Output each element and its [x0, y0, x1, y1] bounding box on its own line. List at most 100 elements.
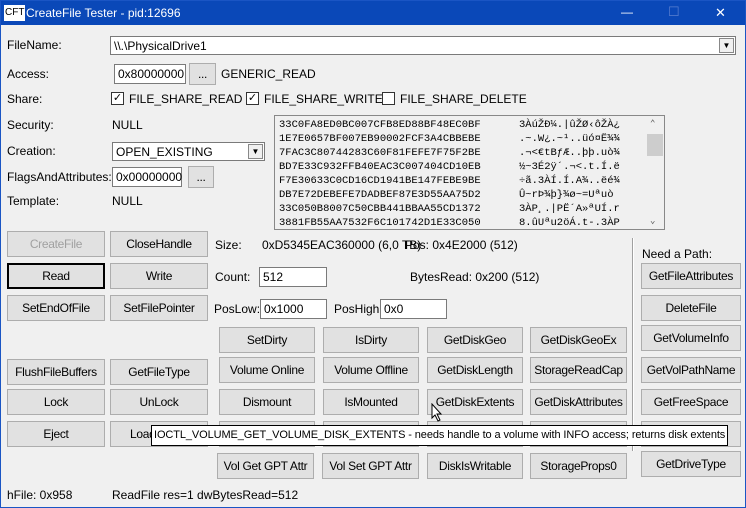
share-read-label: FILE_SHARE_READ — [129, 92, 243, 106]
flags-browse-button[interactable]: ... — [188, 166, 214, 188]
scrollbar[interactable]: ⌃ ⌄ — [646, 116, 664, 229]
setendoffile-button[interactable]: SetEndOfFile — [7, 295, 105, 321]
filename-combobox[interactable]: \\.\PhysicalDrive1 — [110, 36, 736, 55]
lock-button[interactable]: Lock — [7, 389, 105, 415]
access-text: GENERIC_READ — [221, 67, 316, 81]
vol-set-gpt-attr-button[interactable]: Vol Set GPT Attr — [322, 453, 419, 479]
getdiskattributes-button[interactable]: GetDiskAttributes — [530, 389, 627, 415]
share-delete-checkbox[interactable] — [382, 92, 395, 105]
hex-row: 33C050B8007C50CBB441BBAA55CD1372 3ÀP¸.|PË… — [279, 202, 664, 216]
title-bar: CFT CreateFile Tester - pid:12696 — ☐ ✕ — [1, 1, 745, 25]
hex-row: DB7E72DEBEFE7DADBEF87E3D55AA75D2 Û~rÞ¾þ}­… — [279, 188, 664, 202]
hex-bytes: F7E30633C0CD16CD1941BE147FEBE9BE — [279, 175, 481, 187]
divider — [632, 238, 634, 451]
share-read-checkbox[interactable]: ✓ — [111, 92, 124, 105]
filename-label: FileName: — [7, 38, 62, 52]
ismounted-button[interactable]: IsMounted — [323, 389, 419, 415]
share-delete-label: FILE_SHARE_DELETE — [400, 92, 527, 106]
hex-bytes: 1E7E0657BF007EB90002FCF3A4CBBEBE — [279, 133, 481, 145]
template-label: Template: — [7, 194, 60, 208]
creation-select[interactable]: OPEN_EXISTING — [112, 142, 265, 161]
vol-get-gpt-attr-button[interactable]: Vol Get GPT Attr — [217, 453, 314, 479]
poslow-label: PosLow: — [214, 302, 261, 316]
creation-label: Creation: — [7, 144, 56, 158]
security-value: NULL — [112, 118, 143, 132]
volume-offline-button[interactable]: Volume Offline — [323, 357, 419, 383]
hex-ascii: .~.W¿.~¹..üó¤Ë¾¾ — [519, 133, 620, 145]
createfile-button[interactable]: CreateFile — [7, 231, 105, 257]
storageprops0-button[interactable]: StorageProps0 — [530, 453, 627, 479]
poslow-input[interactable]: 0x1000 — [260, 299, 327, 319]
chevron-down-icon[interactable]: ▼ — [719, 38, 734, 53]
hex-row: 7FAC3C80744283C60F81FEFE7F75F2BE .¬<€tBƒÆ… — [279, 146, 664, 160]
hex-bytes: BD7E33C932FFB40EAC3C007404CD10EB — [279, 161, 481, 173]
hex-row: 33C0FA8ED0BC007CFB8ED88BF48EC0BF 3ÀúŽÐ¼.|… — [279, 118, 664, 132]
unlock-button[interactable]: UnLock — [110, 389, 208, 415]
filename-value: \\.\PhysicalDrive1 — [114, 39, 207, 53]
poshigh-label: PosHigh: — [334, 302, 383, 316]
close-button[interactable]: ✕ — [715, 5, 726, 21]
mouse-cursor-icon — [431, 403, 443, 422]
getfiletype-button[interactable]: GetFileType — [110, 359, 208, 385]
volume-online-button[interactable]: Volume Online — [219, 357, 315, 383]
getdrivetype-button[interactable]: GetDriveType — [641, 451, 741, 477]
size-value: 0xD5345EAC360000 (6,0 TB) — [262, 238, 422, 252]
scrollbar-thumb[interactable] — [647, 134, 663, 156]
getdiskgeoex-button[interactable]: GetDiskGeoEx — [530, 327, 627, 353]
hex-row: 3881FB55AA7532F6C101742D1E33C050 8.ûUªu2ö… — [279, 216, 664, 230]
getdiskgeo-button[interactable]: GetDiskGeo — [427, 327, 523, 353]
hex-row: 1E7E0657BF007EB90002FCF3A4CBBEBE .~.W¿.~¹… — [279, 132, 664, 146]
share-write-checkbox[interactable]: ✓ — [246, 92, 259, 105]
getdisklength-button[interactable]: GetDiskLength — [427, 357, 523, 383]
setdirty-button[interactable]: SetDirty — [219, 327, 315, 353]
getvolumeinfo-button[interactable]: GetVolumeInfo — [641, 325, 741, 351]
scroll-down-icon[interactable]: ⌄ — [650, 214, 655, 228]
hex-bytes: DB7E72DEBEFE7DADBEF87E3D55AA75D2 — [279, 189, 481, 201]
pos-text: Pos: 0x4E2000 (512) — [405, 238, 518, 252]
app-icon: CFT — [4, 5, 26, 21]
isdirty-button[interactable]: IsDirty — [323, 327, 419, 353]
size-label: Size: — [215, 238, 242, 252]
count-input[interactable]: 512 — [259, 267, 327, 287]
closehandle-button[interactable]: CloseHandle — [110, 231, 208, 257]
poshigh-input[interactable]: 0x0 — [380, 299, 447, 319]
result-status: ReadFile res=1 dwBytesRead=512 — [112, 488, 299, 502]
creation-value: OPEN_EXISTING — [116, 145, 213, 159]
getfreespace-button[interactable]: GetFreeSpace — [641, 389, 741, 415]
minimize-button[interactable]: — — [621, 5, 633, 19]
share-write-label: FILE_SHARE_WRITE — [264, 92, 383, 106]
hex-ascii: ÷ã.3ÀÍ.Í.A¾..ëé¾ — [519, 175, 620, 187]
count-label: Count: — [215, 270, 251, 284]
template-value: NULL — [112, 194, 143, 208]
deletefile-button[interactable]: DeleteFile — [641, 295, 741, 321]
hex-ascii: ½~3É2ÿ´.¬<.t.Í.ë — [519, 161, 620, 173]
hex-bytes: 7FAC3C80744283C60F81FEFE7F75F2BE — [279, 147, 481, 159]
eject-button[interactable]: Eject — [7, 421, 105, 447]
read-button[interactable]: Read — [7, 263, 105, 289]
share-label: Share: — [7, 92, 43, 106]
scroll-up-icon[interactable]: ⌃ — [650, 117, 655, 131]
hex-bytes: 3881FB55AA7532F6C101742D1E33C050 — [279, 217, 481, 229]
access-label: Access: — [7, 67, 50, 81]
hex-dump-view[interactable]: 33C0FA8ED0BC007CFB8ED88BF48EC0BF 3ÀúŽÐ¼.|… — [274, 115, 665, 230]
maximize-button[interactable]: ☐ — [668, 4, 680, 20]
getfileattributes-button[interactable]: GetFileAttributes — [641, 263, 741, 289]
hex-ascii: 3ÀúŽÐ¼.|ûŽØ‹ôŽÀ¿ — [519, 119, 620, 131]
access-input[interactable]: 0x80000000 — [114, 64, 186, 84]
app-window: CFT CreateFile Tester - pid:12696 — ☐ ✕ … — [0, 0, 746, 508]
hex-ascii: .¬<€tBƒÆ..þþ.uò¾ — [519, 147, 620, 159]
setfilepointer-button[interactable]: SetFilePointer — [110, 295, 208, 321]
storagereadcap-button[interactable]: StorageReadCap — [530, 357, 627, 383]
dismount-button[interactable]: Dismount — [219, 389, 315, 415]
flushfilebuffers-button[interactable]: FlushFileBuffers — [7, 359, 105, 385]
hex-bytes: 33C0FA8ED0BC007CFB8ED88BF48EC0BF — [279, 119, 481, 131]
getvolpathname-button[interactable]: GetVolPathName — [641, 357, 741, 383]
hex-ascii: Û~rÞ¾þ}­¾ø~=Uªuò — [519, 189, 614, 201]
access-browse-button[interactable]: ... — [189, 63, 216, 85]
write-button[interactable]: Write — [110, 263, 208, 289]
chevron-down-icon[interactable]: ▼ — [248, 144, 263, 159]
hex-row: BD7E33C932FFB40EAC3C007404CD10EB ½~3É2ÿ´.… — [279, 160, 664, 174]
diskiswritable-button[interactable]: DiskIsWritable — [427, 453, 523, 479]
flags-label: FlagsAndAttributes: — [7, 170, 112, 184]
flags-input[interactable]: 0x00000000 — [112, 167, 182, 187]
